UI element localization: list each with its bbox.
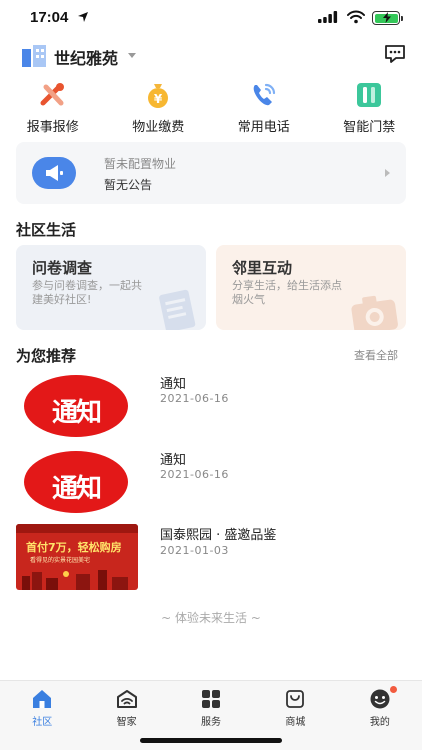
wifi-icon — [347, 10, 365, 24]
document-icon — [159, 289, 196, 330]
chevron-right-icon — [385, 169, 390, 177]
notice-banner[interactable]: 暂未配置物业 暂无公告 — [16, 142, 406, 204]
quick-action-door[interactable]: 智能门禁 — [317, 80, 422, 136]
list-item[interactable]: 通知 通知 2021-06-16 — [16, 373, 406, 443]
home-icon — [33, 690, 52, 708]
tab-label: 服务 — [201, 717, 222, 728]
quick-action-repair[interactable]: 报事报修 — [0, 80, 106, 136]
community-selector[interactable]: 世纪雅苑 — [54, 45, 118, 69]
tab-label: 商城 — [285, 717, 306, 728]
quick-action-label: 智能门禁 — [343, 120, 396, 135]
tab-community[interactable]: 社区 — [0, 681, 84, 750]
wrench-repair-icon — [37, 80, 69, 110]
quick-action-label: 常用电话 — [237, 120, 290, 135]
item-date: 2021-06-16 — [160, 392, 229, 405]
community-building-icon — [22, 45, 46, 67]
list-item[interactable]: 首付7万，轻松购房 看得见的实景花园美宅 国泰熙园 · 盛邀品鉴 2021-01… — [16, 524, 406, 594]
notice-thumbnail: 通知 — [16, 449, 138, 515]
quick-actions: 报事报修 ¥ 物业缴费 常用电话 智能门禁 — [0, 80, 422, 136]
section-title-community: 社区生活 — [16, 221, 77, 239]
quick-action-label: 报事报修 — [26, 120, 79, 135]
list-item[interactable]: 通知 通知 2021-06-16 — [16, 449, 406, 519]
door-access-icon — [353, 80, 385, 110]
notice-property-status: 暂未配置物业 — [104, 157, 177, 171]
tab-profile[interactable]: 我的 — [338, 681, 422, 750]
profile-face-icon — [370, 689, 390, 709]
banner-headline: 首付7万，轻松购房 — [26, 541, 122, 554]
battery-charging-icon — [372, 11, 403, 25]
card-description: 分享生活，给生活添点烟火气 — [232, 279, 342, 306]
smart-home-icon — [116, 690, 137, 708]
location-arrow-icon — [78, 12, 88, 22]
home-indicator — [140, 738, 282, 743]
item-title: 通知 — [160, 377, 187, 392]
card-description: 参与问卷调查，一起共建美好社区! — [32, 279, 142, 306]
camera-icon — [351, 295, 398, 330]
view-all-link[interactable]: 查看全部 — [354, 347, 398, 363]
shopping-bag-icon — [286, 690, 305, 708]
chevron-down-icon[interactable] — [128, 53, 136, 58]
thumbnail-badge-text: 通知 — [51, 474, 102, 504]
promo-banner-thumbnail: 首付7万，轻松购房 看得见的实景花园美宅 — [16, 524, 138, 590]
notification-dot — [389, 686, 397, 693]
item-date: 2021-01-03 — [160, 544, 229, 557]
card-title: 问卷调查 — [32, 259, 93, 277]
quick-action-phone[interactable]: 常用电话 — [211, 80, 317, 136]
status-time: 17:04 — [30, 9, 69, 26]
thumbnail-badge-text: 通知 — [51, 398, 102, 428]
cellular-signal-icon — [318, 11, 338, 23]
header: 世纪雅苑 — [0, 40, 422, 72]
footer-tagline: ~ 体验未来生活 ~ — [161, 611, 261, 625]
item-title: 通知 — [160, 453, 187, 468]
quick-action-payment[interactable]: ¥ 物业缴费 — [106, 80, 212, 136]
card-title: 邻里互动 — [232, 259, 293, 277]
megaphone-icon — [32, 157, 76, 189]
notice-thumbnail: 通知 — [16, 373, 138, 439]
svg-text:¥: ¥ — [154, 92, 163, 106]
tab-label: 社区 — [32, 717, 53, 728]
yen-bag-icon: ¥ — [142, 80, 174, 110]
notice-announcement-text: 暂无公告 — [104, 178, 153, 192]
message-icon[interactable] — [384, 44, 406, 64]
quick-action-label: 物业缴费 — [132, 120, 185, 135]
item-title: 国泰熙园 · 盛邀品鉴 — [160, 528, 277, 543]
item-date: 2021-06-16 — [160, 468, 229, 481]
status-bar: 17:04 — [0, 0, 422, 40]
banner-subline: 看得见的实景花园美宅 — [30, 557, 91, 564]
tab-label: 我的 — [369, 717, 390, 728]
tab-label: 智家 — [116, 717, 137, 728]
phone-icon — [248, 80, 280, 110]
grid-icon — [202, 690, 221, 708]
section-title-recommend: 为您推荐 — [16, 347, 77, 365]
card-survey[interactable]: 问卷调查 参与问卷调查，一起共建美好社区! — [16, 245, 206, 330]
card-neighbor[interactable]: 邻里互动 分享生活，给生活添点烟火气 — [216, 245, 406, 330]
